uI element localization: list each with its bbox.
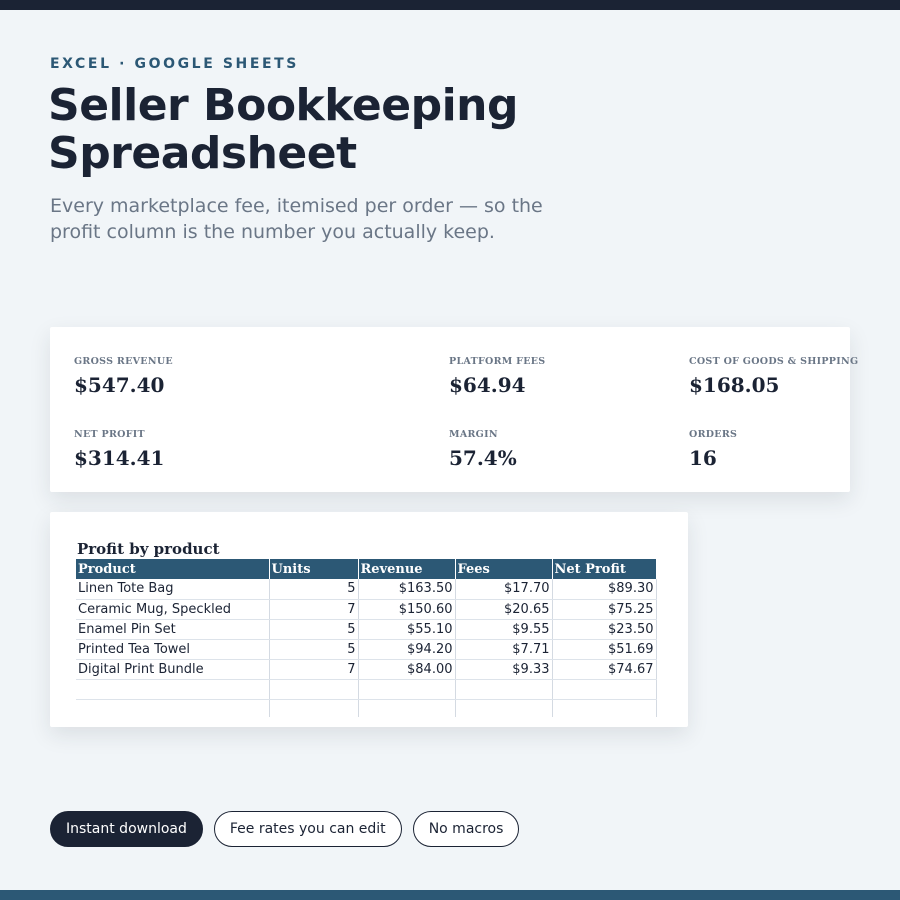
stat-value: 57.4% (449, 446, 517, 470)
empty-table-row (76, 679, 657, 700)
cell-product: Linen Tote Bag (76, 579, 270, 600)
empty-cell (76, 679, 270, 700)
column-header-net-profit: Net Profit (552, 559, 656, 579)
table-row: Digital Print Bundle 7 $84.00 $9.33 $74.… (76, 659, 657, 680)
stat-value: $64.94 (449, 373, 526, 397)
cell-revenue: $55.10 (358, 619, 456, 640)
stat-margin: MARGIN 57.4% (449, 429, 517, 470)
platform-eyebrow: EXCEL · GOOGLE SHEETS (50, 56, 299, 72)
empty-cell (455, 699, 553, 717)
table-row: Linen Tote Bag 5 $163.50 $17.70 $89.30 (76, 579, 657, 600)
cell-units: 5 (269, 619, 359, 640)
stat-value: $314.41 (74, 446, 165, 470)
cell-revenue: $150.60 (358, 599, 456, 620)
cell-net-profit: $23.50 (552, 619, 657, 640)
stat-net-profit: NET PROFIT $314.41 (74, 429, 164, 470)
cell-product: Digital Print Bundle (76, 659, 270, 680)
stat-label: ORDERS (689, 429, 738, 440)
cell-units: 5 (269, 579, 359, 600)
cell-units: 7 (269, 599, 359, 620)
empty-table-row (76, 699, 657, 717)
cell-revenue: $94.20 (358, 639, 456, 660)
stat-label: GROSS REVENUE (74, 356, 173, 367)
cell-fees: $9.55 (455, 619, 553, 640)
empty-cell (455, 679, 553, 700)
cell-product: Enamel Pin Set (76, 619, 270, 640)
cell-fees: $20.65 (455, 599, 553, 620)
stat-orders: ORDERS 16 (689, 429, 737, 470)
table-header-row: Product Units Revenue Fees Net Profit (76, 559, 656, 579)
cell-revenue: $84.00 (358, 659, 456, 680)
tag-no-macros: No macros (412, 811, 520, 847)
top-accent-bar (0, 0, 900, 10)
cell-revenue: $163.50 (358, 579, 456, 600)
stat-gross-revenue: GROSS REVENUE $547.40 (74, 356, 173, 397)
column-header-fees: Fees (455, 559, 553, 579)
stat-value: $168.05 (689, 373, 780, 397)
profit-table: Product Units Revenue Fees Net Profit Li… (76, 559, 657, 717)
cell-product: Printed Tea Towel (76, 639, 270, 660)
column-header-revenue: Revenue (358, 559, 456, 579)
empty-cell (552, 699, 657, 717)
empty-cell (358, 699, 456, 717)
cell-net-profit: $74.67 (552, 659, 657, 680)
summary-stats-card: GROSS REVENUE $547.40 PLATFORM FEES $64.… (50, 327, 858, 492)
table-row: Printed Tea Towel 5 $94.20 $7.71 $51.69 (76, 639, 657, 660)
cell-fees: $9.33 (455, 659, 553, 680)
stat-platform-fees: PLATFORM FEES $64.94 (449, 356, 545, 397)
empty-cell (358, 679, 456, 700)
table-row: Enamel Pin Set 5 $55.10 $9.55 $23.50 (76, 619, 657, 640)
stat-value: $547.40 (74, 373, 165, 397)
cell-net-profit: $75.25 (552, 599, 657, 620)
tag-editable-fee-rates: Fee rates you can edit (213, 811, 402, 847)
spreadsheet-preview: Profit by product Product Units Revenue … (50, 512, 688, 727)
stat-cost-of-goods: COST OF GOODS & SHIPPING $168.05 (689, 356, 858, 397)
empty-cell (76, 699, 270, 717)
sheet-title: Profit by product (77, 540, 220, 558)
stat-label: COST OF GOODS & SHIPPING (689, 356, 859, 367)
empty-cell (552, 679, 657, 700)
cell-net-profit: $51.69 (552, 639, 657, 660)
page-subtitle: Every marketplace fee, itemised per orde… (50, 195, 543, 243)
cell-fees: $17.70 (455, 579, 553, 600)
cell-product: Ceramic Mug, Speckled (76, 599, 270, 620)
feature-tags: Instant download Fee rates you can edit … (50, 811, 520, 847)
stat-label: PLATFORM FEES (449, 356, 546, 367)
cell-units: 7 (269, 659, 359, 680)
cell-fees: $7.71 (455, 639, 553, 660)
stat-value: 16 (689, 446, 717, 470)
cell-units: 5 (269, 639, 359, 660)
stat-label: NET PROFIT (74, 429, 145, 440)
empty-cell (269, 679, 359, 700)
cell-net-profit: $89.30 (552, 579, 657, 600)
tag-instant-download: Instant download (50, 811, 203, 847)
column-header-product: Product (76, 559, 270, 579)
table-row: Ceramic Mug, Speckled 7 $150.60 $20.65 $… (76, 599, 657, 620)
stat-label: MARGIN (449, 429, 498, 440)
bottom-accent-bar (0, 890, 900, 900)
empty-cell (269, 699, 359, 717)
page-title: Seller Bookkeeping Spreadsheet (48, 80, 518, 179)
column-header-units: Units (269, 559, 359, 579)
